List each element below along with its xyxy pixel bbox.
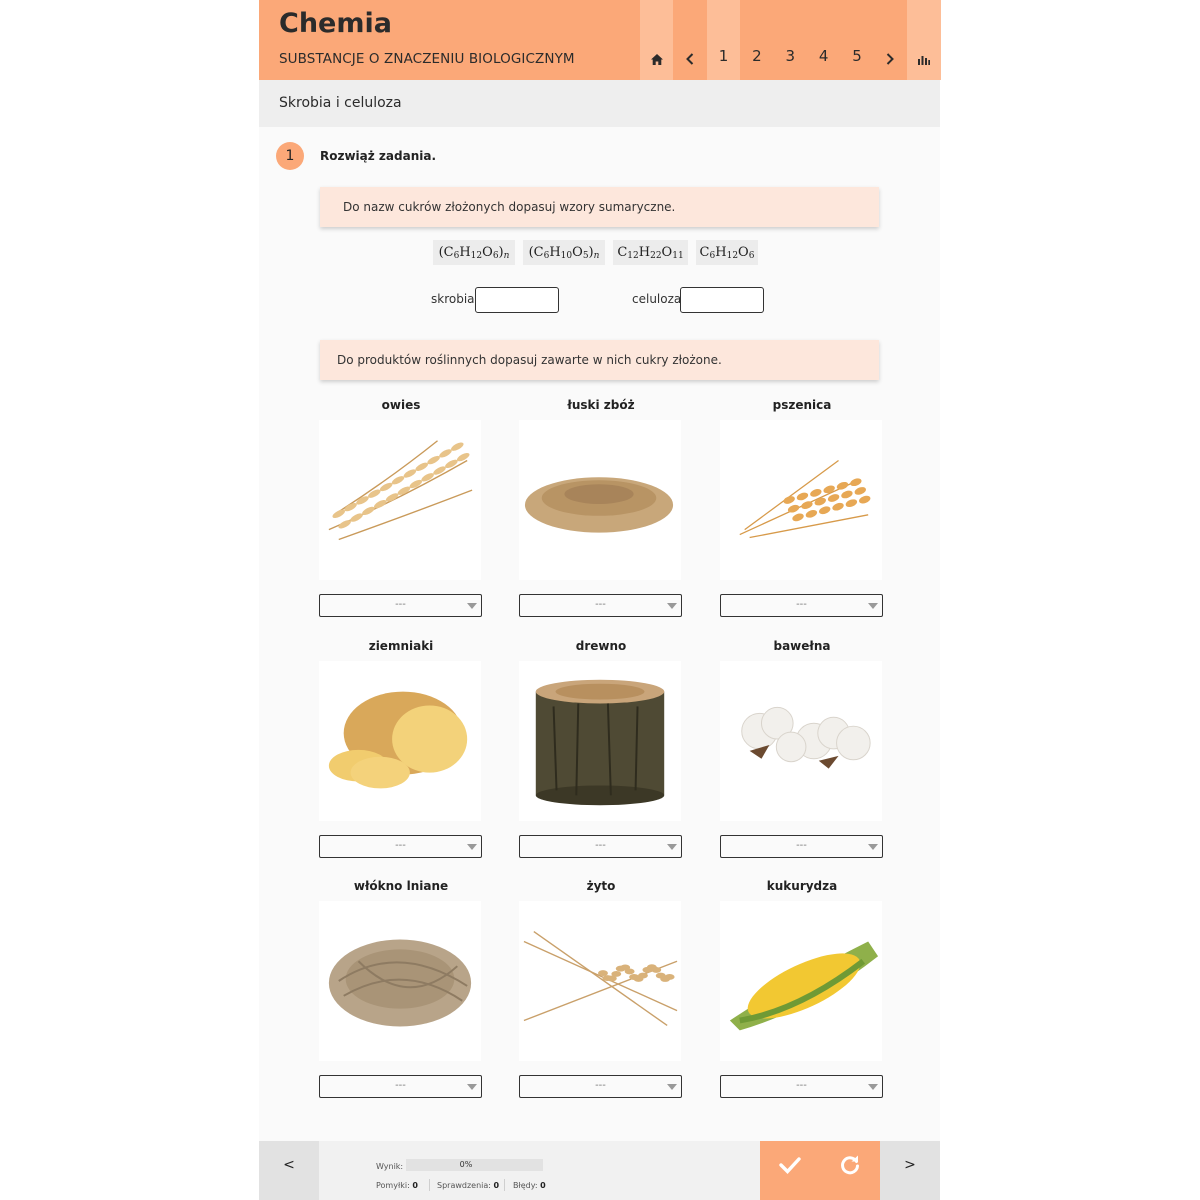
starch-drop-field[interactable]: [475, 287, 559, 313]
home-icon: [650, 54, 663, 65]
product-sugar-select[interactable]: ---: [720, 594, 883, 617]
corn-image: [720, 901, 882, 1061]
chevron-right-icon: [886, 53, 895, 65]
chevron-down-icon: [467, 603, 477, 609]
select-value: ---: [796, 599, 807, 610]
product-label: kukurydza: [766, 879, 838, 893]
select-value: ---: [595, 599, 606, 610]
flax-fiber-image: [319, 901, 481, 1061]
product-label: żyto: [586, 879, 616, 893]
checks-value: 0: [493, 1181, 500, 1190]
lesson-app: Chemia SUBSTANCJE O ZNACZENIU BIOLOGICZN…: [259, 0, 941, 1200]
chevron-down-icon: [868, 844, 878, 850]
score-progress-bar: 0%: [406, 1159, 543, 1171]
product-sugar-select[interactable]: ---: [519, 594, 682, 617]
errors-stat: Błędy: 0: [513, 1181, 546, 1190]
instruction-text-products: Do produktów roślinnych dopasuj zawarte …: [337, 353, 722, 367]
home-button[interactable]: [640, 0, 674, 80]
score-percent: 0%: [459, 1160, 473, 1169]
instruction-box-formulas: Do nazw cukrów złożonych dopasuj wzory s…: [320, 187, 879, 227]
cellulose-drop-field[interactable]: [680, 287, 764, 313]
select-value: ---: [796, 1080, 807, 1091]
checks-label: Sprawdzenia:: [437, 1181, 491, 1190]
stats-button[interactable]: [907, 0, 941, 80]
starch-label: skrobia:: [431, 292, 479, 306]
product-label: drewno: [575, 639, 627, 653]
wheat-image: [720, 420, 882, 580]
app-title: Chemia: [279, 8, 392, 39]
product-label: owies: [381, 398, 421, 412]
oat-image: [319, 420, 481, 580]
subject-title: SUBSTANCJE O ZNACZENIU BIOLOGICZNYM: [279, 51, 575, 67]
select-value: ---: [395, 840, 406, 851]
footer: < Wynik: 0% Pomyłki: 0 Sprawdzenia: 0 Bł…: [259, 1141, 940, 1200]
check-button[interactable]: [760, 1141, 820, 1200]
errors-label: Błędy:: [513, 1181, 538, 1190]
product-sugar-select[interactable]: ---: [720, 1075, 883, 1098]
product-sugar-select[interactable]: ---: [319, 594, 482, 617]
score-label: Wynik:: [376, 1162, 404, 1171]
product-label: pszenica: [772, 398, 832, 412]
select-value: ---: [595, 840, 606, 851]
mistakes-value: 0: [412, 1181, 418, 1190]
select-value: ---: [395, 1080, 406, 1091]
section-bar: Skrobia i celuloza: [259, 80, 940, 127]
instruction-box-products: Do produktów roślinnych dopasuj zawarte …: [320, 340, 879, 380]
next-page-button[interactable]: [874, 0, 907, 80]
footer-prev-button[interactable]: <: [259, 1141, 319, 1200]
formula-chip-3[interactable]: C12H22O11: [613, 240, 688, 265]
checks-stat: Sprawdzenia: 0: [437, 1181, 499, 1190]
formula-chip-1[interactable]: (C6H12O6)n: [433, 240, 515, 265]
page-3-button[interactable]: 3: [774, 0, 807, 80]
product-sugar-select[interactable]: ---: [720, 835, 883, 858]
product-sugar-select[interactable]: ---: [519, 835, 682, 858]
prev-page-button[interactable]: [673, 0, 706, 80]
select-value: ---: [595, 1080, 606, 1091]
reset-button[interactable]: [820, 1141, 880, 1200]
mistakes-label: Pomyłki:: [376, 1181, 410, 1190]
chevron-left-icon: [686, 53, 694, 65]
formula-chip-2[interactable]: (C6H10O5)n: [523, 240, 605, 265]
formula-chip-4[interactable]: C6H12O6: [696, 240, 758, 265]
task-number-badge: 1: [276, 142, 304, 170]
page-navigation: 1 2 3 4 5: [640, 0, 941, 80]
bar-chart-icon: [917, 54, 930, 65]
rye-image: [519, 901, 681, 1061]
product-sugar-select[interactable]: ---: [319, 1075, 482, 1098]
mistakes-stat: Pomyłki: 0: [376, 1181, 418, 1190]
stat-divider: [429, 1179, 430, 1191]
chevron-down-icon: [467, 1084, 477, 1090]
cotton-image: [720, 661, 882, 821]
product-label: łuski zbóż: [567, 398, 635, 412]
page-5-button[interactable]: 5: [840, 0, 873, 80]
instruction-text-formulas: Do nazw cukrów złożonych dopasuj wzory s…: [343, 200, 676, 214]
stat-divider: [504, 1179, 505, 1191]
page-1-button[interactable]: 1: [706, 0, 741, 80]
footer-next-button[interactable]: >: [880, 1141, 940, 1200]
errors-value: 0: [540, 1181, 546, 1190]
header: Chemia SUBSTANCJE O ZNACZENIU BIOLOGICZN…: [259, 0, 941, 80]
chevron-down-icon: [868, 1084, 878, 1090]
product-sugar-select[interactable]: ---: [519, 1075, 682, 1098]
grain-husks-image: [519, 420, 681, 580]
chevron-down-icon: [467, 844, 477, 850]
potato-image: [319, 661, 481, 821]
chevron-down-icon: [868, 603, 878, 609]
chevron-down-icon: [667, 603, 677, 609]
section-title: Skrobia i celuloza: [279, 95, 402, 111]
page-4-button[interactable]: 4: [807, 0, 840, 80]
cellulose-label: celuloza:: [632, 292, 686, 306]
task-instruction: Rozwiąż zadania.: [320, 149, 437, 163]
wood-image: [519, 661, 681, 821]
page-2-button[interactable]: 2: [740, 0, 773, 80]
select-value: ---: [796, 840, 807, 851]
product-label: bawełna: [773, 639, 831, 653]
chevron-down-icon: [667, 844, 677, 850]
product-label: włókno lniane: [353, 879, 449, 893]
chevron-down-icon: [667, 1084, 677, 1090]
product-label: ziemniaki: [368, 639, 434, 653]
product-sugar-select[interactable]: ---: [319, 835, 482, 858]
select-value: ---: [395, 599, 406, 610]
